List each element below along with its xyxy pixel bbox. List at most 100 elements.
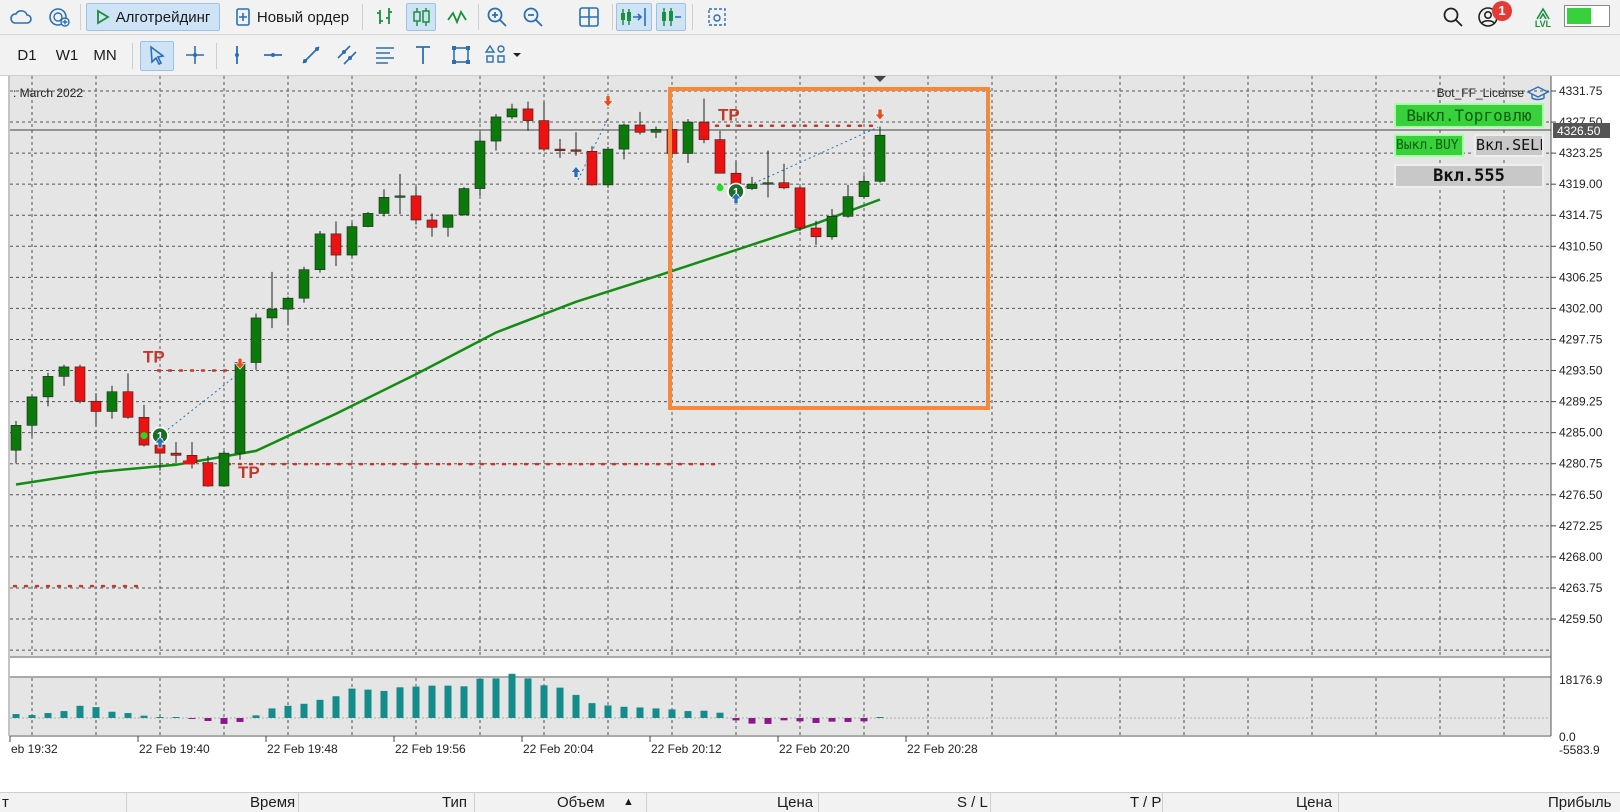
histogram-bar	[828, 718, 836, 722]
level-label: LVL	[1534, 18, 1552, 29]
histogram-bar	[28, 715, 36, 718]
candle-body	[698, 121, 710, 140]
chart-shift-icon[interactable]	[616, 3, 652, 31]
line-chart-icon[interactable]	[442, 3, 472, 31]
algotrading-button[interactable]: Алготрейдинг	[86, 3, 220, 31]
zoom-out-icon[interactable]	[518, 3, 548, 31]
cloud-add-icon[interactable]	[44, 3, 74, 31]
time-tick-label: 22 Feb 20:20	[779, 742, 850, 756]
col-time[interactable]: Время	[250, 794, 295, 811]
notification-badge: 1	[1492, 1, 1512, 21]
connection-status-fill	[1567, 8, 1591, 24]
indicator-tick-label: 18176.9	[1559, 673, 1603, 687]
candle-body	[506, 108, 518, 118]
histogram-bar	[508, 673, 516, 718]
candle-body	[26, 396, 38, 426]
histogram-bar	[364, 689, 372, 718]
play-icon	[96, 9, 110, 25]
time-tick-label: 22 Feb 20:28	[907, 742, 978, 756]
chart-canvas[interactable]: TPTPTP 4331.754327.504323.254319.004314.…	[0, 76, 1620, 762]
price-tick-label: 4302.00	[1559, 301, 1603, 315]
histogram-bar	[652, 708, 660, 718]
price-tick-label: 4276.50	[1559, 488, 1603, 502]
histogram-bar	[684, 711, 692, 718]
histogram-bar	[396, 687, 404, 718]
objects-menu-icon[interactable]	[482, 41, 526, 69]
lot-button[interactable]: Вкл.555	[1394, 164, 1544, 188]
search-icon[interactable]	[1439, 3, 1467, 31]
price-tick-label: 4314.75	[1559, 208, 1603, 222]
col-symbol[interactable]: т	[2, 794, 9, 811]
expert-name: Bot_FF_License	[1437, 86, 1525, 100]
candle-body	[442, 214, 454, 228]
vertical-line-icon[interactable]	[222, 41, 252, 69]
indicator-plot-area	[10, 678, 1551, 735]
col-tp[interactable]: T / P	[1130, 794, 1161, 811]
price-tick-label: 4259.50	[1559, 612, 1603, 626]
col-close-price[interactable]: Цена	[1296, 794, 1332, 811]
candle-body	[602, 148, 614, 186]
entry-dot	[716, 184, 724, 192]
toggle-buy-button[interactable]: Выкл.BUY	[1394, 134, 1464, 157]
toggle-sell-button[interactable]: Вкл.SELL	[1474, 134, 1544, 157]
bar-chart-icon[interactable]	[370, 3, 400, 31]
shapes-icon[interactable]	[446, 41, 476, 69]
candle-body	[122, 391, 134, 418]
crosshair-icon[interactable]	[180, 41, 210, 69]
candle-body	[522, 108, 534, 121]
connection-status-bar	[1564, 5, 1610, 27]
horizontal-line-icon[interactable]	[258, 41, 288, 69]
fibonacci-icon[interactable]	[370, 41, 400, 69]
trade-panel-header: т Время Тип Объем ▲ Цена S / L T / P Цен…	[0, 792, 1620, 812]
new-order-button[interactable]: Новый ордер	[226, 3, 358, 31]
histogram-bar	[92, 707, 100, 718]
trend-line-icon[interactable]	[296, 41, 326, 69]
histogram-bar	[76, 705, 84, 718]
candle-body	[106, 391, 118, 412]
timeframe-d1[interactable]: D1	[10, 43, 44, 69]
col-volume[interactable]: Объем	[557, 794, 605, 811]
candle-body	[42, 376, 54, 398]
text-tool-icon[interactable]	[408, 41, 438, 69]
timeframe-mn[interactable]: MN	[88, 43, 122, 69]
zoom-in-icon[interactable]	[482, 3, 512, 31]
price-tick-label: 4280.75	[1559, 457, 1603, 471]
screenshot-icon[interactable]	[702, 3, 732, 31]
cloud-icon[interactable]	[6, 3, 36, 31]
autoscroll-icon[interactable]	[656, 3, 686, 31]
candle-body	[282, 297, 294, 310]
histogram-bar	[444, 685, 452, 718]
histogram-bar	[460, 686, 468, 718]
marker-dash	[183, 460, 195, 465]
col-profit[interactable]: Прибыль	[1548, 794, 1611, 811]
histogram-bar	[380, 690, 388, 718]
histogram-bar	[796, 718, 804, 722]
new-order-icon	[236, 8, 250, 26]
price-chart[interactable]: TP TP TP 4331.75 4327.50 4323.25 4319.00 4314.…	[0, 76, 1620, 762]
histogram-bar	[268, 708, 276, 718]
channel-icon[interactable]	[332, 41, 362, 69]
time-tick-label: eb 19:32	[11, 742, 58, 756]
candle-body	[362, 213, 374, 227]
price-tick-label: 4272.25	[1559, 519, 1603, 533]
candle-body	[170, 452, 182, 456]
price-tick-label: 4331.75	[1559, 84, 1603, 98]
candle-body	[874, 134, 886, 182]
candlestick-chart-icon[interactable]	[406, 3, 436, 31]
candle-body	[570, 149, 582, 152]
toggle-trading-button[interactable]: Выкл.Торговлю	[1394, 103, 1544, 128]
timeframe-w1[interactable]: W1	[50, 43, 84, 69]
cursor-icon[interactable]	[140, 41, 174, 71]
col-price[interactable]: Цена	[777, 794, 813, 811]
tile-windows-icon[interactable]	[574, 3, 604, 31]
tp-label: TP	[238, 463, 260, 482]
col-type[interactable]: Тип	[442, 794, 467, 811]
col-sl[interactable]: S / L	[957, 794, 988, 811]
price-tick-label: 4293.50	[1559, 364, 1603, 378]
chart-header: : March 2022	[13, 86, 83, 100]
histogram-bar	[492, 678, 500, 718]
histogram-bar	[300, 703, 308, 718]
indicator-tick-label: -5583.9	[1559, 743, 1600, 757]
candle-body	[778, 182, 790, 189]
candle-body	[762, 182, 774, 185]
